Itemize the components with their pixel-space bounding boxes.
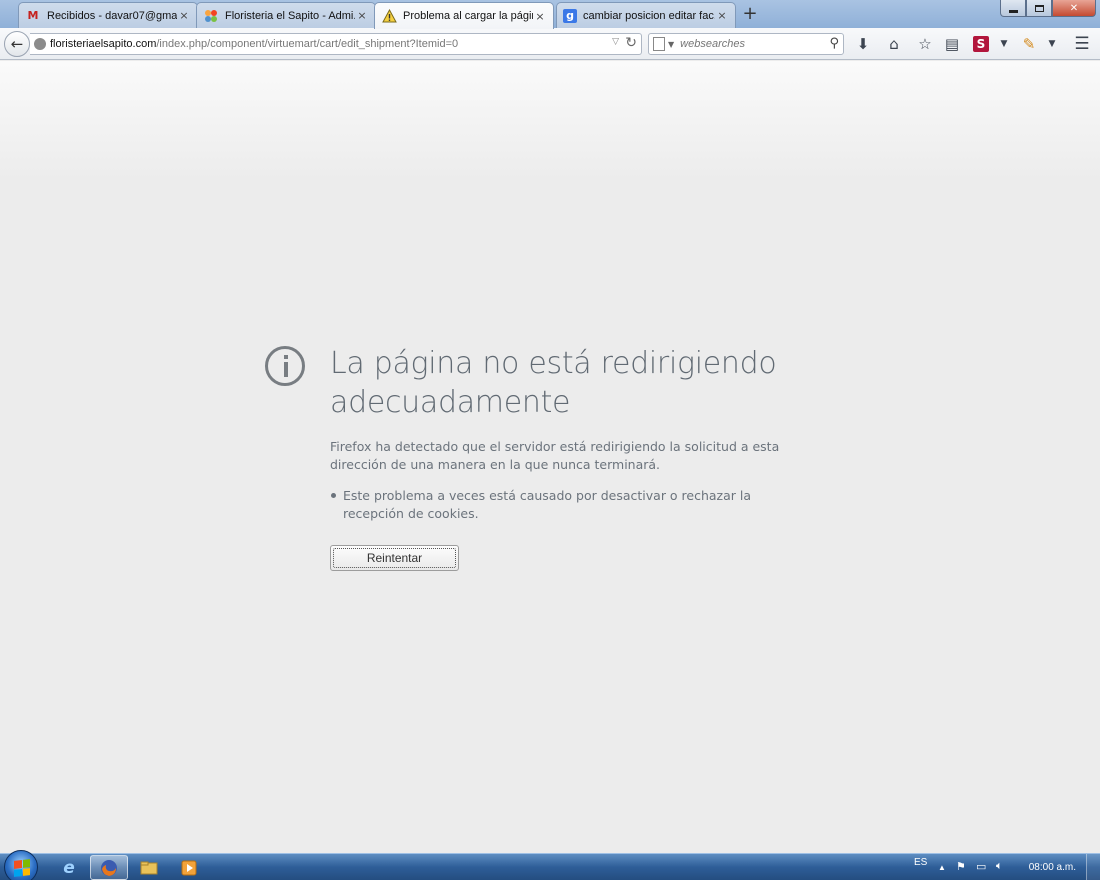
- windows-taskbar: e ES ▲ ⚑ ▭ 🔈︎ 08:00 a.m.: [0, 850, 1100, 880]
- search-input[interactable]: [680, 38, 821, 50]
- back-button[interactable]: ←: [4, 31, 30, 57]
- close-tab-icon[interactable]: ×: [533, 9, 547, 23]
- tab-google-search[interactable]: g cambiar posicion editar fac... ×: [556, 2, 736, 28]
- volume-icon[interactable]: 🔈︎: [996, 860, 1003, 873]
- tab-gmail[interactable]: M Recibidos - davar07@gmai... ×: [18, 2, 198, 28]
- url-history-dropdown-icon[interactable]: ▽: [612, 37, 619, 47]
- tab-strip: M Recibidos - davar07@gmai... × Floriste…: [0, 0, 1100, 29]
- search-engine-icon[interactable]: [653, 37, 665, 51]
- gmail-icon: M: [27, 9, 39, 22]
- url-bar[interactable]: floristeriaelsapito.com/index.php/compon…: [30, 33, 642, 55]
- close-window-button[interactable]: ✕: [1052, 0, 1096, 17]
- joomla-icon: [203, 8, 219, 24]
- home-icon[interactable]: ⌂: [884, 34, 904, 54]
- show-hidden-icons-icon[interactable]: ▲: [938, 863, 946, 872]
- internet-explorer-icon[interactable]: e: [50, 855, 88, 880]
- tab-title: Floristeria el Sapito - Admi...: [225, 9, 355, 22]
- error-suggestion-item: Este problema a veces está causado por d…: [330, 487, 790, 523]
- search-engine-dropdown-icon[interactable]: ▼: [668, 40, 674, 49]
- search-icon[interactable]: ⚲: [829, 36, 839, 51]
- minimize-button[interactable]: [1000, 0, 1026, 17]
- new-tab-button[interactable]: +: [740, 4, 760, 24]
- google-icon: g: [563, 8, 577, 23]
- close-tab-icon[interactable]: ×: [715, 9, 729, 23]
- windows-logo-icon: [14, 859, 30, 877]
- error-title: La página no está redirigiendo adecuadam…: [330, 346, 777, 420]
- downloads-icon[interactable]: ⬇: [853, 34, 873, 54]
- network-icon[interactable]: ▭: [976, 860, 986, 873]
- minimize-icon: [1008, 9, 1018, 13]
- extension-dropdown-icon[interactable]: ▼: [1042, 34, 1062, 54]
- show-desktop-button[interactable]: [1086, 854, 1100, 880]
- addon-s-icon[interactable]: S: [973, 36, 989, 52]
- language-indicator[interactable]: ES: [914, 857, 927, 868]
- url-path: /index.php/component/virtuemart/cart/edi…: [156, 38, 459, 50]
- maximize-button[interactable]: [1026, 0, 1052, 17]
- bookmark-star-icon[interactable]: ☆: [915, 34, 935, 54]
- addon-extension-icon[interactable]: ✎: [1019, 34, 1039, 54]
- close-tab-icon[interactable]: ×: [355, 9, 369, 23]
- tab-joomla-admin[interactable]: Floristeria el Sapito - Admi... ×: [196, 2, 376, 28]
- tab-title: cambiar posicion editar fac...: [583, 9, 715, 22]
- firefox-taskbar-icon[interactable]: [90, 855, 128, 880]
- error-description: Firefox ha detectado que el servidor est…: [330, 439, 780, 472]
- close-icon: ✕: [1069, 2, 1079, 14]
- tab-title: Recibidos - davar07@gmai...: [47, 9, 177, 22]
- file-explorer-icon[interactable]: [130, 855, 168, 880]
- back-arrow-icon: ←: [10, 35, 24, 53]
- info-icon: [265, 346, 305, 386]
- window-controls: ✕: [1000, 0, 1096, 18]
- error-page: La página no está redirigiendo adecuadam…: [0, 61, 1100, 853]
- retry-button-label: Reintentar: [366, 551, 423, 565]
- action-center-flag-icon[interactable]: ⚑: [956, 860, 966, 873]
- tab-title: Problema al cargar la página: [403, 10, 533, 22]
- url-domain: floristeriaelsapito.com: [50, 38, 157, 50]
- start-button[interactable]: [4, 850, 38, 880]
- tab-error-page[interactable]: Problema al cargar la página ×: [374, 2, 554, 29]
- bookmarks-menu-icon[interactable]: ▤: [942, 34, 962, 54]
- retry-button[interactable]: Reintentar: [330, 545, 459, 571]
- search-bar[interactable]: ▼ ⚲: [648, 33, 844, 55]
- reload-icon[interactable]: ↻: [625, 35, 637, 51]
- error-suggestions: Este problema a veces está causado por d…: [330, 487, 790, 523]
- close-tab-icon[interactable]: ×: [177, 9, 191, 23]
- site-identity-icon[interactable]: [34, 38, 46, 50]
- navigation-toolbar: ← floristeriaelsapito.com/index.php/comp…: [0, 28, 1100, 60]
- clock[interactable]: 08:00 a.m.: [1029, 862, 1076, 873]
- warning-icon: [381, 8, 397, 24]
- url-text: floristeriaelsapito.com/index.php/compon…: [50, 38, 458, 50]
- menu-icon[interactable]: ☰: [1072, 34, 1092, 54]
- restore-icon: [1034, 4, 1044, 12]
- media-player-icon[interactable]: [170, 855, 208, 880]
- addon-dropdown-icon[interactable]: ▼: [994, 34, 1014, 54]
